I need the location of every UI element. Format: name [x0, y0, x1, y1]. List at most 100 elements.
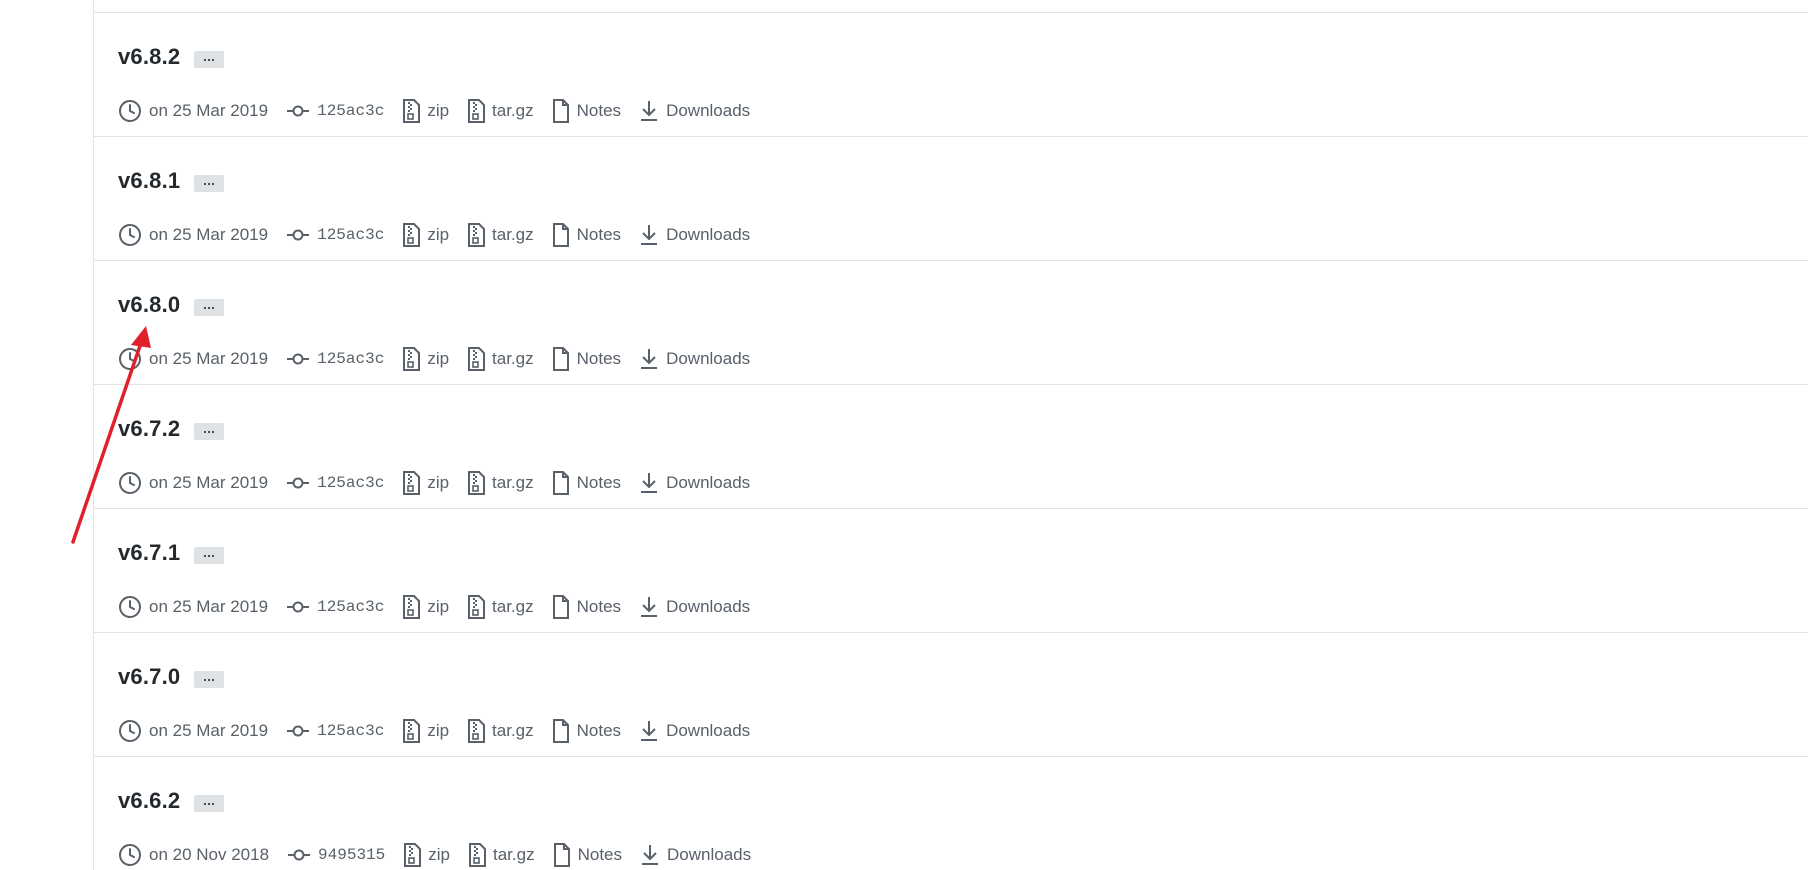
commit-sha[interactable]: 125ac3c — [317, 474, 384, 492]
downloads-link-item[interactable]: Downloads — [639, 471, 750, 495]
zip-link[interactable]: zip — [427, 101, 449, 121]
targz-link[interactable]: tar.gz — [492, 721, 534, 741]
zip-link[interactable]: zip — [427, 473, 449, 493]
downloads-link-item[interactable]: Downloads — [639, 99, 750, 123]
zip-download[interactable]: zip — [402, 595, 449, 619]
downloads-link[interactable]: Downloads — [666, 721, 750, 741]
zip-link[interactable]: zip — [427, 349, 449, 369]
notes-link[interactable]: Notes — [577, 597, 621, 617]
downloads-link-item[interactable]: Downloads — [640, 843, 751, 867]
file-zip-icon — [468, 719, 486, 743]
expand-details-button[interactable] — [194, 298, 225, 316]
file-icon — [552, 719, 569, 743]
notes-link-item[interactable]: Notes — [552, 99, 621, 123]
targz-download[interactable]: tar.gz — [467, 719, 534, 743]
downloads-link[interactable]: Downloads — [667, 845, 751, 865]
commit-sha[interactable]: 9495315 — [318, 846, 385, 864]
expand-details-button[interactable] — [194, 794, 225, 812]
tag-name-link[interactable]: v6.8.2 — [118, 44, 180, 70]
download-icon — [641, 473, 658, 493]
zip-download[interactable]: zip — [402, 223, 449, 247]
downloads-link[interactable]: Downloads — [666, 225, 750, 245]
targz-download[interactable]: tar.gz — [467, 223, 534, 247]
zip-download[interactable]: zip — [402, 471, 449, 495]
tag-title-line: v6.8.0 — [118, 289, 225, 321]
downloads-link[interactable]: Downloads — [666, 101, 750, 121]
expand-details-button[interactable] — [194, 174, 225, 192]
commit-sha[interactable]: 125ac3c — [317, 598, 384, 616]
tag-commit[interactable]: 125ac3c — [286, 350, 384, 368]
tag-name-link[interactable]: v6.8.1 — [118, 168, 180, 194]
targz-link[interactable]: tar.gz — [492, 225, 534, 245]
notes-link-item[interactable]: Notes — [552, 223, 621, 247]
expand-details-button[interactable] — [194, 670, 225, 688]
targz-download[interactable]: tar.gz — [467, 471, 534, 495]
zip-link[interactable]: zip — [427, 225, 449, 245]
commit-sha[interactable]: 125ac3c — [317, 102, 384, 120]
zip-link[interactable]: zip — [427, 721, 449, 741]
notes-link[interactable]: Notes — [577, 349, 621, 369]
downloads-link[interactable]: Downloads — [666, 349, 750, 369]
targz-download[interactable]: tar.gz — [467, 347, 534, 371]
notes-link[interactable]: Notes — [577, 225, 621, 245]
tag-name-link[interactable]: v6.7.2 — [118, 416, 180, 442]
targz-link[interactable]: tar.gz — [492, 101, 534, 121]
tag-row: v6.8.1 on 25 Mar 2019 125ac3c zip tar.gz… — [94, 136, 1808, 260]
downloads-link-item[interactable]: Downloads — [639, 223, 750, 247]
download-icon — [641, 349, 658, 369]
zip-link[interactable]: zip — [427, 597, 449, 617]
tag-commit[interactable]: 9495315 — [287, 846, 385, 864]
tag-meta: on 25 Mar 2019 125ac3c zip tar.gz Notes — [118, 97, 768, 125]
targz-download[interactable]: tar.gz — [467, 99, 534, 123]
notes-link-item[interactable]: Notes — [552, 719, 621, 743]
notes-link[interactable]: Notes — [578, 845, 622, 865]
tag-name-link[interactable]: v6.8.0 — [118, 292, 180, 318]
tag-commit[interactable]: 125ac3c — [286, 722, 384, 740]
notes-link-item[interactable]: Notes — [552, 471, 621, 495]
notes-link-item[interactable]: Notes — [552, 595, 621, 619]
file-zip-icon — [469, 843, 486, 867]
downloads-link-item[interactable]: Downloads — [639, 719, 750, 743]
notes-link[interactable]: Notes — [577, 101, 621, 121]
notes-link-item[interactable]: Notes — [552, 347, 621, 371]
targz-link[interactable]: tar.gz — [492, 597, 534, 617]
targz-link[interactable]: tar.gz — [493, 845, 535, 865]
tag-commit[interactable]: 125ac3c — [286, 226, 384, 244]
zip-download[interactable]: zip — [402, 719, 449, 743]
downloads-link-item[interactable]: Downloads — [639, 595, 750, 619]
commit-sha[interactable]: 125ac3c — [317, 722, 384, 740]
expand-details-button[interactable] — [194, 50, 225, 68]
zip-download[interactable]: zip — [402, 347, 449, 371]
tag-name-link[interactable]: v6.6.2 — [118, 788, 180, 814]
targz-link[interactable]: tar.gz — [492, 473, 534, 493]
notes-link[interactable]: Notes — [577, 473, 621, 493]
tag-commit[interactable]: 125ac3c — [286, 474, 384, 492]
clock-icon — [119, 596, 141, 618]
targz-link[interactable]: tar.gz — [492, 349, 534, 369]
download-icon — [642, 845, 659, 865]
file-zip-icon — [404, 843, 422, 867]
zip-link[interactable]: zip — [428, 845, 450, 865]
targz-download[interactable]: tar.gz — [468, 843, 535, 867]
git-commit-icon — [287, 105, 310, 117]
notes-link[interactable]: Notes — [577, 721, 621, 741]
commit-sha[interactable]: 125ac3c — [317, 350, 384, 368]
tag-row: v6.6.2 on 20 Nov 2018 9495315 zip tar.gz… — [94, 756, 1808, 870]
tag-commit[interactable]: 125ac3c — [286, 102, 384, 120]
tag-meta: on 25 Mar 2019 125ac3c zip tar.gz Notes — [118, 469, 768, 497]
tag-commit[interactable]: 125ac3c — [286, 598, 384, 616]
expand-details-button[interactable] — [194, 546, 225, 564]
expand-details-button[interactable] — [194, 422, 225, 440]
tag-date: on 25 Mar 2019 — [118, 719, 268, 743]
commit-sha[interactable]: 125ac3c — [317, 226, 384, 244]
zip-download[interactable]: zip — [403, 843, 450, 867]
targz-download[interactable]: tar.gz — [467, 595, 534, 619]
tag-title-line: v6.7.1 — [118, 537, 225, 569]
tag-name-link[interactable]: v6.7.1 — [118, 540, 180, 566]
downloads-link[interactable]: Downloads — [666, 597, 750, 617]
downloads-link[interactable]: Downloads — [666, 473, 750, 493]
notes-link-item[interactable]: Notes — [553, 843, 622, 867]
tag-name-link[interactable]: v6.7.0 — [118, 664, 180, 690]
downloads-link-item[interactable]: Downloads — [639, 347, 750, 371]
zip-download[interactable]: zip — [402, 99, 449, 123]
